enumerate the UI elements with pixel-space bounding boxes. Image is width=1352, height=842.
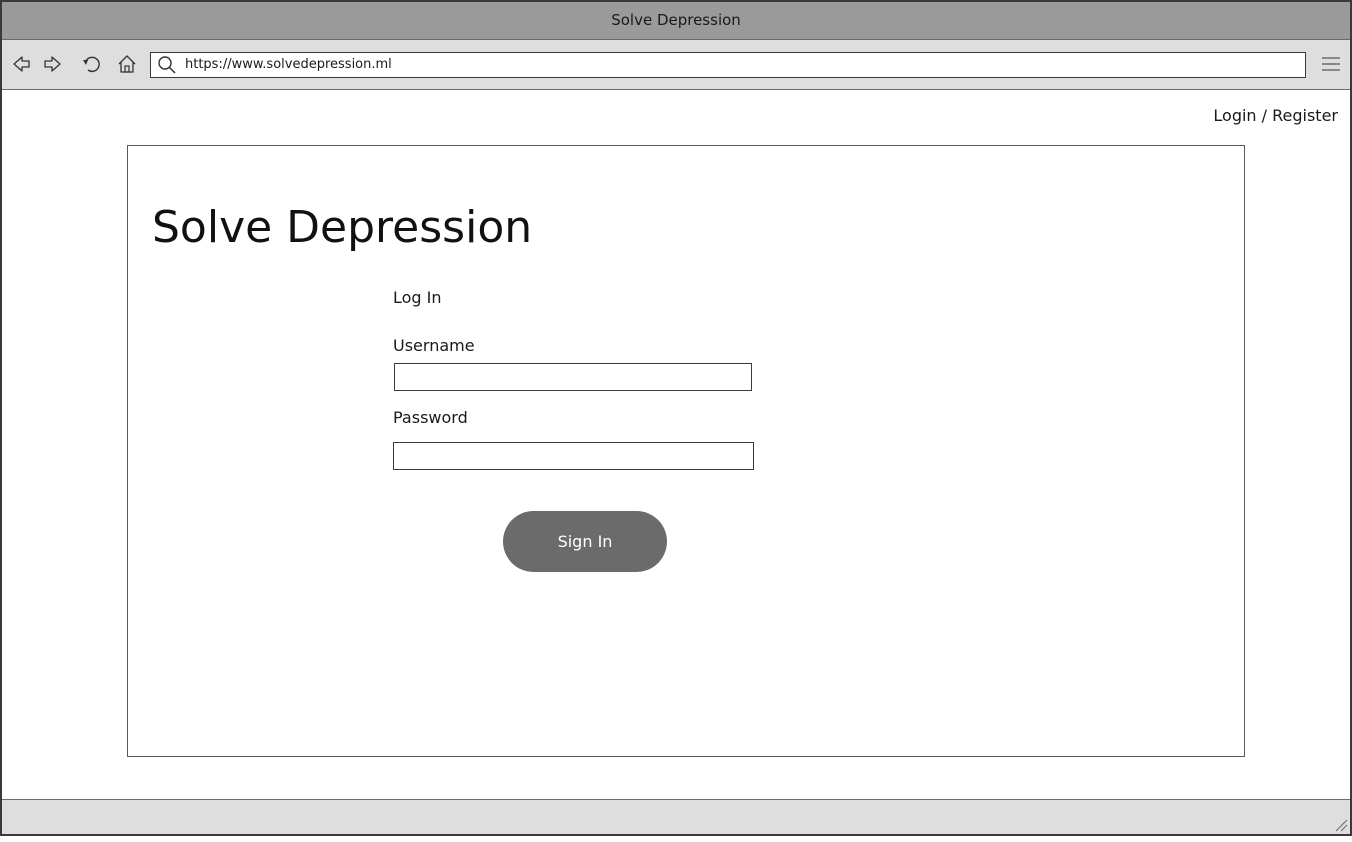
url-text[interactable]: https://www.solvedepression.ml (185, 53, 392, 77)
forward-icon[interactable] (42, 53, 64, 75)
username-field[interactable] (394, 363, 752, 391)
username-label: Username (393, 336, 475, 355)
browser-toolbar: https://www.solvedepression.ml (2, 40, 1350, 90)
address-bar[interactable]: https://www.solvedepression.ml (150, 52, 1306, 78)
status-bar (2, 799, 1350, 834)
login-panel: Solve Depression Log In Username Passwor… (127, 145, 1245, 757)
home-icon[interactable] (116, 53, 138, 75)
back-icon[interactable] (10, 53, 32, 75)
menu-icon[interactable] (1320, 54, 1342, 74)
password-field[interactable] (393, 442, 754, 470)
window-titlebar: Solve Depression (2, 2, 1350, 40)
sign-in-button[interactable]: Sign In (503, 511, 667, 572)
browser-window: Solve Depression https://www.solvedepres… (0, 0, 1352, 836)
window-title: Solve Depression (611, 11, 741, 29)
page-title: Solve Depression (152, 202, 533, 253)
search-icon (158, 56, 176, 74)
page-content: Login / Register Solve Depression Log In… (2, 90, 1350, 799)
password-label: Password (393, 408, 468, 427)
resize-grip-icon[interactable] (1334, 818, 1348, 832)
login-register-link[interactable]: Login / Register (1213, 106, 1338, 125)
form-heading: Log In (393, 288, 442, 307)
reload-icon[interactable] (80, 53, 102, 75)
